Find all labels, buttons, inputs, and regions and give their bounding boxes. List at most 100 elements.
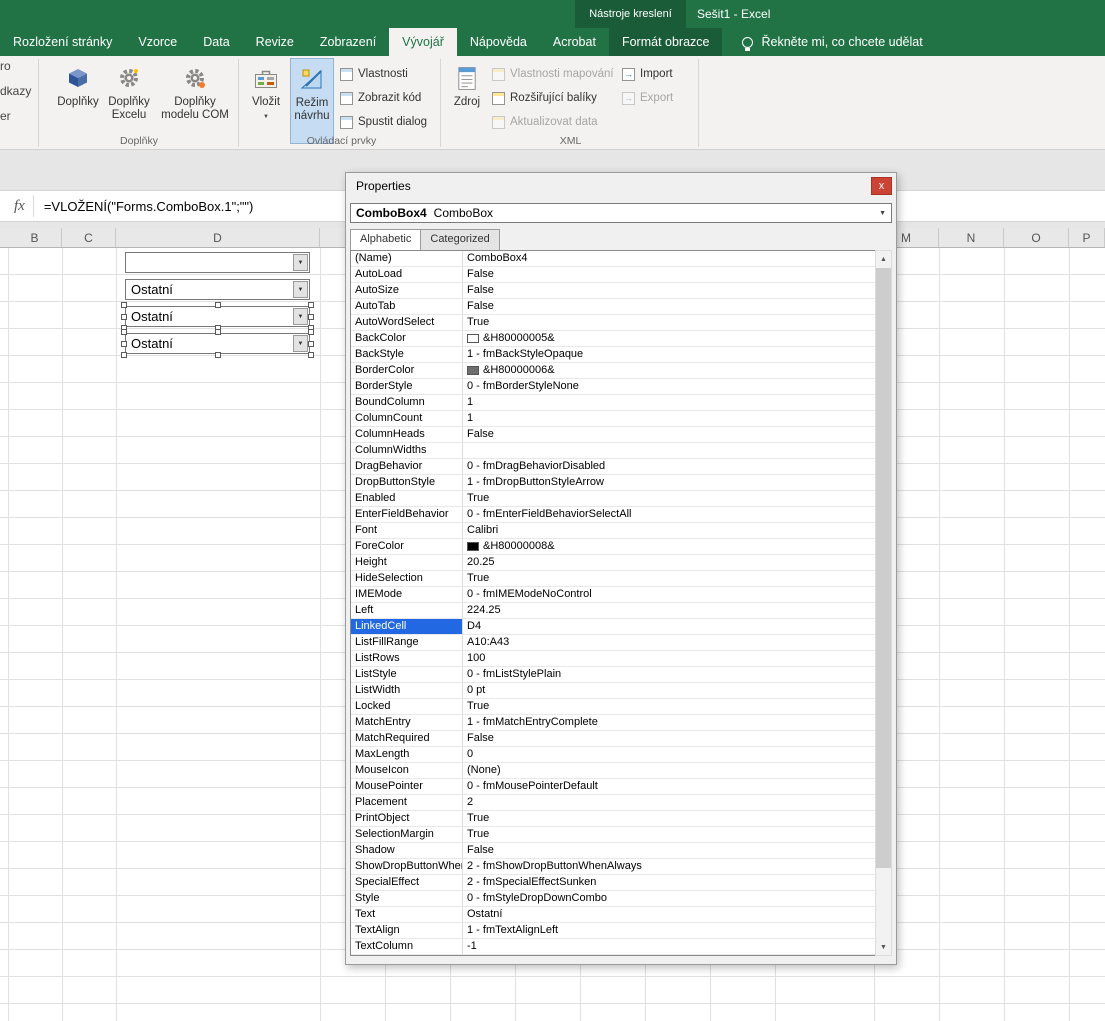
property-value[interactable]: Ostatní	[463, 907, 876, 923]
property-value[interactable]: 0 - fmBorderStyleNone	[463, 379, 876, 395]
combobox-dropdown-button[interactable]: ▼	[293, 335, 308, 352]
property-row[interactable]: ListStyle 0 - fmListStylePlain	[351, 667, 876, 683]
ribbon-tab[interactable]: Zobrazení	[307, 28, 389, 56]
formula-input[interactable]: =VLOŽENÍ("Forms.ComboBox.1";"")	[44, 199, 254, 214]
property-name[interactable]: ColumnHeads	[351, 427, 463, 443]
property-name[interactable]: BorderStyle	[351, 379, 463, 395]
property-value[interactable]: 1 - fmTextAlignLeft	[463, 923, 876, 939]
property-name[interactable]: MaxLength	[351, 747, 463, 763]
run-dialog-button[interactable]: Spustit dialog	[340, 112, 427, 132]
property-row[interactable]: MousePointer 0 - fmMousePointerDefault	[351, 779, 876, 795]
property-value[interactable]: 2	[463, 795, 876, 811]
properties-tab[interactable]: Categorized	[420, 229, 499, 250]
scrollbar-thumb[interactable]	[876, 268, 891, 868]
scroll-down-icon[interactable]: ▼	[876, 939, 891, 955]
map-properties-button[interactable]: Vlastnosti mapování	[492, 64, 614, 84]
property-row[interactable]: SpecialEffect 2 - fmSpecialEffectSunken	[351, 875, 876, 891]
property-row[interactable]: AutoWordSelect True	[351, 315, 876, 331]
property-value[interactable]: 0	[463, 747, 876, 763]
property-row[interactable]: DropButtonStyle 1 - fmDropButtonStyleArr…	[351, 475, 876, 491]
property-name[interactable]: BackStyle	[351, 347, 463, 363]
property-value[interactable]: False	[463, 731, 876, 747]
property-value[interactable]: 0 - fmDragBehaviorDisabled	[463, 459, 876, 475]
ribbon-tab[interactable]: Acrobat	[540, 28, 609, 56]
insert-control-button[interactable]: Vložit ▼	[245, 58, 287, 146]
property-row[interactable]: Text Ostatní	[351, 907, 876, 923]
property-value[interactable]: False	[463, 267, 876, 283]
column-header-c[interactable]: C	[62, 228, 116, 247]
ribbon-tab[interactable]: Rozložení stránky	[0, 28, 125, 56]
property-row[interactable]: ShowDropButtonWhen 2 - fmShowDropButtonW…	[351, 859, 876, 875]
property-row[interactable]: ColumnCount 1	[351, 411, 876, 427]
property-row[interactable]: MaxLength 0	[351, 747, 876, 763]
property-name[interactable]: LinkedCell	[351, 619, 463, 635]
control-properties-button[interactable]: Vlastnosti	[340, 64, 408, 84]
fx-icon[interactable]: fx	[14, 198, 25, 215]
property-value[interactable]: 0 - fmStyleDropDownCombo	[463, 891, 876, 907]
property-name[interactable]: Style	[351, 891, 463, 907]
property-name[interactable]: MatchRequired	[351, 731, 463, 747]
property-row[interactable]: Style 0 - fmStyleDropDownCombo	[351, 891, 876, 907]
property-value[interactable]: A10:A43	[463, 635, 876, 651]
property-value[interactable]: D4	[463, 619, 876, 635]
ribbon-tab[interactable]: Vzorce	[125, 28, 190, 56]
property-name[interactable]: EnterFieldBehavior	[351, 507, 463, 523]
property-name[interactable]: PrintObject	[351, 811, 463, 827]
property-row[interactable]: AutoLoad False	[351, 267, 876, 283]
property-name[interactable]: Enabled	[351, 491, 463, 507]
property-value[interactable]	[463, 443, 876, 459]
property-name[interactable]: ListRows	[351, 651, 463, 667]
property-row[interactable]: Locked True	[351, 699, 876, 715]
property-name[interactable]: ListStyle	[351, 667, 463, 683]
property-name[interactable]: AutoWordSelect	[351, 315, 463, 331]
design-mode-button[interactable]: Režim návrhu	[290, 58, 334, 144]
property-row[interactable]: ListRows 100	[351, 651, 876, 667]
property-name[interactable]: Locked	[351, 699, 463, 715]
property-name[interactable]: ListFillRange	[351, 635, 463, 651]
property-name[interactable]: SelectionMargin	[351, 827, 463, 843]
property-name[interactable]: ColumnCount	[351, 411, 463, 427]
property-row[interactable]: IMEMode 0 - fmIMEModeNoControl	[351, 587, 876, 603]
property-row[interactable]: ListWidth 0 pt	[351, 683, 876, 699]
property-value[interactable]: (None)	[463, 763, 876, 779]
column-header-n[interactable]: N	[939, 228, 1004, 247]
column-header-p[interactable]: P	[1069, 228, 1105, 247]
ribbon-tab[interactable]: Vývojář	[389, 28, 457, 56]
selection-handle[interactable]	[215, 329, 221, 335]
property-name[interactable]: (Name)	[351, 251, 463, 267]
com-addins-button[interactable]: Doplňky modelu COM	[156, 58, 234, 146]
addins-button[interactable]: Doplňky	[54, 58, 102, 146]
property-name[interactable]: ColumnWidths	[351, 443, 463, 459]
selection-handle[interactable]	[308, 302, 314, 308]
xml-source-button[interactable]: Zdroj	[446, 58, 488, 146]
selection-handle[interactable]	[121, 302, 127, 308]
property-name[interactable]: Height	[351, 555, 463, 571]
combobox-control[interactable]: Ostatní ▼	[125, 333, 310, 354]
property-value[interactable]: &H80000006&	[463, 363, 876, 379]
selection-handle[interactable]	[121, 341, 127, 347]
property-value[interactable]: 1	[463, 411, 876, 427]
property-name[interactable]: ListWidth	[351, 683, 463, 699]
property-name[interactable]: BackColor	[351, 331, 463, 347]
property-name[interactable]: MousePointer	[351, 779, 463, 795]
property-row[interactable]: LinkedCell D4	[351, 619, 876, 635]
property-value[interactable]: False	[463, 843, 876, 859]
property-row[interactable]: TextColumn -1	[351, 939, 876, 955]
selection-handle[interactable]	[308, 341, 314, 347]
selection-handle[interactable]	[121, 329, 127, 335]
property-value[interactable]: 0 - fmIMEModeNoControl	[463, 587, 876, 603]
property-value[interactable]: 1 - fmDropButtonStyleArrow	[463, 475, 876, 491]
object-selector-dropdown[interactable]: ComboBox4 ComboBox ▼	[350, 203, 892, 223]
selection-handle[interactable]	[121, 352, 127, 358]
property-name[interactable]: AutoTab	[351, 299, 463, 315]
tell-me-box[interactable]: Řekněte mi, co chcete udělat	[742, 28, 922, 56]
expansion-packs-button[interactable]: Rozšiřující balíky	[492, 88, 597, 108]
selection-handle[interactable]	[215, 302, 221, 308]
property-name[interactable]: BoundColumn	[351, 395, 463, 411]
property-name[interactable]: DropButtonStyle	[351, 475, 463, 491]
property-row[interactable]: ColumnWidths	[351, 443, 876, 459]
property-row[interactable]: Height 20.25	[351, 555, 876, 571]
selection-handle[interactable]	[308, 329, 314, 335]
ribbon-tab[interactable]: Revize	[243, 28, 307, 56]
property-name[interactable]: BorderColor	[351, 363, 463, 379]
